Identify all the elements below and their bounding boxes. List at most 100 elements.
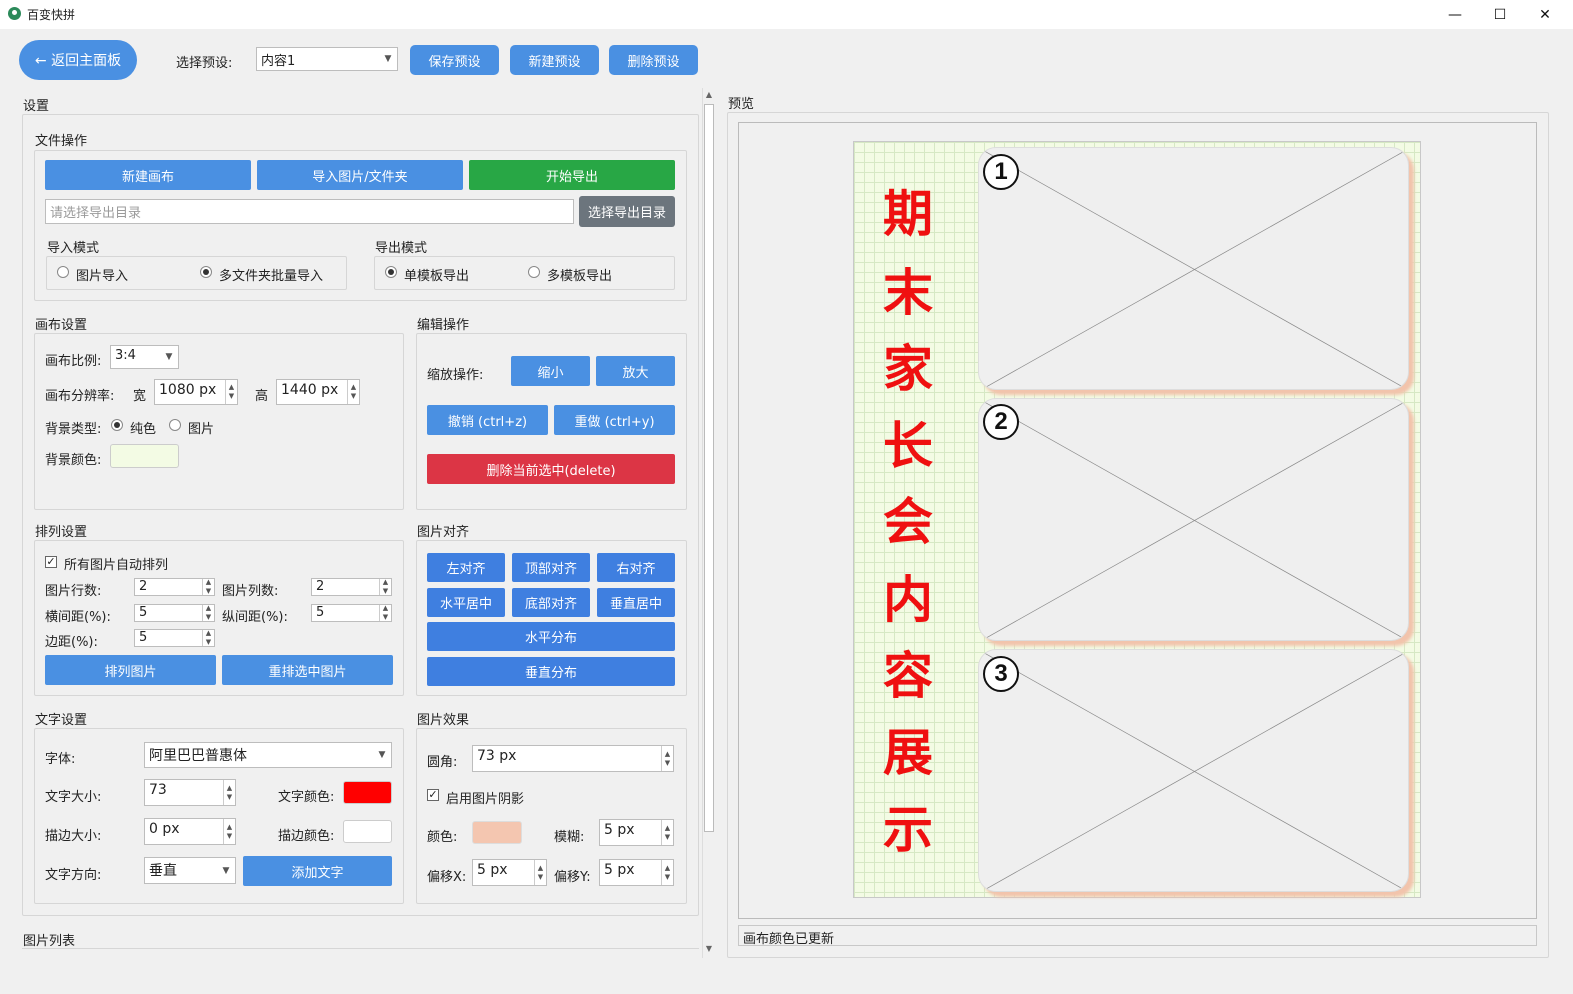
text-size-input[interactable]: 73 ▲ ▼ xyxy=(144,779,236,806)
zoom-in-button[interactable]: 放大 xyxy=(596,356,675,386)
spinner-icon[interactable]: ▲ ▼ xyxy=(534,860,546,885)
new-canvas-button[interactable]: 新建画布 xyxy=(45,160,251,190)
export-multi-radio[interactable] xyxy=(528,266,540,278)
canvas-text-char[interactable]: 容 xyxy=(880,648,936,704)
spinner-icon[interactable]: ▲ ▼ xyxy=(202,605,214,621)
spinner-icon[interactable]: ▲ ▼ xyxy=(379,579,391,595)
canvas-width-input[interactable]: 1080 px ▲ ▼ xyxy=(154,379,238,405)
preset-value: 内容1 xyxy=(261,54,296,69)
spinner-icon[interactable]: ▲ ▼ xyxy=(202,630,214,646)
spinner-icon[interactable]: ▲ ▼ xyxy=(202,579,214,595)
align-vcenter-button[interactable]: 垂直居中 xyxy=(597,588,675,617)
font-select[interactable]: 阿里巴巴普惠体 ▼ xyxy=(144,742,392,768)
preview-title: 预览 xyxy=(728,97,755,112)
title-bar xyxy=(0,0,1573,29)
auto-arrange-label: 所有图片自动排列 xyxy=(64,558,169,573)
bg-solid-radio[interactable] xyxy=(111,419,123,431)
rearrange-selected-button[interactable]: 重排选中图片 xyxy=(222,655,393,685)
stroke-color-label: 描边颜色: xyxy=(278,829,335,844)
export-single-radio[interactable] xyxy=(385,266,397,278)
rows-input[interactable]: 2 ▲ ▼ xyxy=(134,578,215,596)
back-to-main-button[interactable]: ← 返回主面板 xyxy=(19,40,137,80)
scrollbar-thumb[interactable] xyxy=(704,104,714,832)
bg-image-radio[interactable] xyxy=(169,419,181,431)
spinner-icon[interactable]: ▲ ▼ xyxy=(661,820,673,845)
canvas-text-char[interactable]: 内 xyxy=(880,572,936,628)
align-hcenter-button[interactable]: 水平居中 xyxy=(427,588,505,617)
choose-export-dir-button[interactable]: 选择导出目录 xyxy=(579,196,675,227)
text-direction-select[interactable]: 垂直 ▼ xyxy=(144,857,236,884)
align-right-button[interactable]: 右对齐 xyxy=(597,553,675,582)
preset-select[interactable]: 内容1 ▼ xyxy=(256,47,398,71)
spinner-icon[interactable]: ▲ ▼ xyxy=(661,860,673,885)
canvas-text-char[interactable]: 期 xyxy=(880,186,936,242)
canvas-text-char[interactable]: 示 xyxy=(880,802,936,858)
image-slot[interactable] xyxy=(978,649,1409,892)
rows-value: 2 xyxy=(139,579,148,594)
slot-number-badge: 2 xyxy=(983,404,1019,440)
spinner-icon[interactable]: ▲ ▼ xyxy=(661,746,673,771)
text-settings-title: 文字设置 xyxy=(35,713,88,728)
spinner-icon[interactable]: ▲ ▼ xyxy=(347,380,359,404)
distribute-vertical-button[interactable]: 垂直分布 xyxy=(427,657,675,686)
hgap-label: 横间距(%): xyxy=(45,610,111,625)
align-left-button[interactable]: 左对齐 xyxy=(427,553,505,582)
export-dir-input[interactable]: 请选择导出目录 xyxy=(45,199,574,224)
canvas-height-input[interactable]: 1440 px ▲ ▼ xyxy=(276,379,360,405)
canvas-ratio-select[interactable]: 3:4 ▼ xyxy=(110,345,179,369)
align-top-button[interactable]: 顶部对齐 xyxy=(512,553,590,582)
scroll-up-icon[interactable]: ▲ xyxy=(704,90,714,102)
stroke-color-swatch[interactable] xyxy=(343,820,392,843)
shadow-color-swatch[interactable] xyxy=(472,821,522,844)
import-multi-radio[interactable] xyxy=(200,266,212,278)
save-preset-button[interactable]: 保存预设 xyxy=(410,45,499,75)
import-images-button[interactable]: 导入图片/文件夹 xyxy=(257,160,463,190)
delete-selected-button[interactable]: 删除当前选中(delete) xyxy=(427,454,675,484)
image-slot[interactable] xyxy=(978,398,1409,641)
shadow-checkbox[interactable]: ✓ xyxy=(427,789,439,801)
canvas-text-char[interactable]: 展 xyxy=(880,725,936,781)
arrange-images-button[interactable]: 排列图片 xyxy=(45,655,216,685)
close-button[interactable]: ✕ xyxy=(1522,0,1568,29)
undo-button[interactable]: 撤销 (ctrl+z) xyxy=(427,405,548,435)
canvas-text-char[interactable]: 长 xyxy=(880,418,936,474)
stroke-size-label: 描边大小: xyxy=(45,829,102,844)
hgap-input[interactable]: 5 ▲ ▼ xyxy=(134,604,215,622)
add-text-button[interactable]: 添加文字 xyxy=(243,856,392,886)
minimize-button[interactable]: — xyxy=(1432,0,1478,29)
vgap-input[interactable]: 5 ▲ ▼ xyxy=(311,604,392,622)
distribute-horizontal-button[interactable]: 水平分布 xyxy=(427,622,675,651)
spinner-icon[interactable]: ▲ ▼ xyxy=(223,780,235,805)
spinner-icon[interactable]: ▲ ▼ xyxy=(379,605,391,621)
blur-value: 5 px xyxy=(604,822,635,838)
margin-input[interactable]: 5 ▲ ▼ xyxy=(134,629,215,647)
image-slot[interactable] xyxy=(978,147,1409,390)
import-image-radio[interactable] xyxy=(57,266,69,278)
auto-arrange-checkbox[interactable]: ✓ xyxy=(45,556,57,568)
offset-y-input[interactable]: 5 px ▲ ▼ xyxy=(599,859,674,886)
canvas-ratio-value: 3:4 xyxy=(115,348,136,363)
spinner-icon[interactable]: ▲ ▼ xyxy=(223,819,235,844)
start-export-button[interactable]: 开始导出 xyxy=(469,160,675,190)
redo-button[interactable]: 重做 (ctrl+y) xyxy=(554,405,675,435)
canvas-text-char[interactable]: 会 xyxy=(880,494,936,550)
cols-input[interactable]: 2 ▲ ▼ xyxy=(311,578,392,596)
offset-x-input[interactable]: 5 px ▲ ▼ xyxy=(472,859,547,886)
text-size-label: 文字大小: xyxy=(45,790,102,805)
canvas-text-char[interactable]: 家 xyxy=(880,341,936,397)
text-color-swatch[interactable] xyxy=(343,781,392,804)
delete-preset-button[interactable]: 删除预设 xyxy=(609,45,698,75)
blur-input[interactable]: 5 px ▲ ▼ xyxy=(599,819,674,846)
bg-color-swatch[interactable] xyxy=(110,444,179,468)
radius-input[interactable]: 73 px ▲ ▼ xyxy=(472,745,674,772)
stroke-size-input[interactable]: 0 px ▲ ▼ xyxy=(144,818,236,845)
align-bottom-button[interactable]: 底部对齐 xyxy=(512,588,590,617)
canvas-res-label: 画布分辨率: xyxy=(45,389,115,404)
scroll-down-icon[interactable]: ▼ xyxy=(704,944,714,956)
maximize-button[interactable]: ☐ xyxy=(1477,0,1523,29)
export-single-label: 单模板导出 xyxy=(404,269,470,284)
new-preset-button[interactable]: 新建预设 xyxy=(510,45,599,75)
spinner-icon[interactable]: ▲ ▼ xyxy=(225,380,237,404)
canvas-text-char[interactable]: 末 xyxy=(880,265,936,321)
zoom-out-button[interactable]: 缩小 xyxy=(511,356,590,386)
